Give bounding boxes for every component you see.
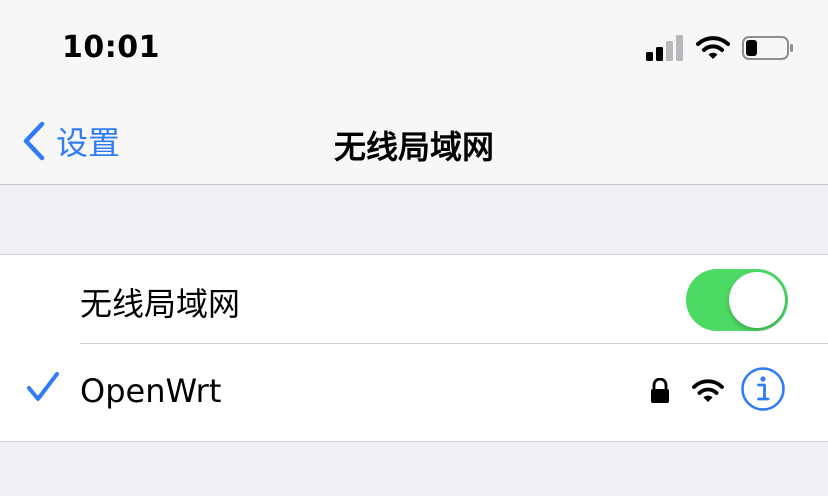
battery-icon bbox=[742, 36, 793, 60]
status-time: 10:01 bbox=[62, 30, 160, 65]
network-name: OpenWrt bbox=[80, 372, 222, 410]
info-icon[interactable] bbox=[740, 366, 786, 412]
wifi-label: 无线局域网 bbox=[80, 285, 241, 323]
row-separator bbox=[80, 343, 828, 344]
nav-bar: 设置 无线局域网 bbox=[0, 96, 828, 185]
toggle-knob bbox=[729, 272, 785, 328]
wifi-settings-group: 无线局域网 OpenWrt bbox=[0, 254, 828, 442]
signal-icon bbox=[646, 35, 683, 61]
wifi-toggle[interactable] bbox=[686, 269, 788, 331]
lock-icon bbox=[651, 378, 669, 403]
status-icons bbox=[646, 34, 794, 62]
wifi-status-icon bbox=[696, 36, 730, 59]
page-title: 无线局域网 bbox=[333, 128, 494, 166]
wifi-signal-icon bbox=[692, 379, 724, 402]
status-bar: 10:01 bbox=[0, 0, 828, 96]
checkmark-icon bbox=[27, 372, 59, 401]
network-row-openwrt[interactable]: OpenWrt bbox=[0, 348, 828, 440]
wifi-toggle-row: 无线局域网 bbox=[0, 255, 828, 347]
